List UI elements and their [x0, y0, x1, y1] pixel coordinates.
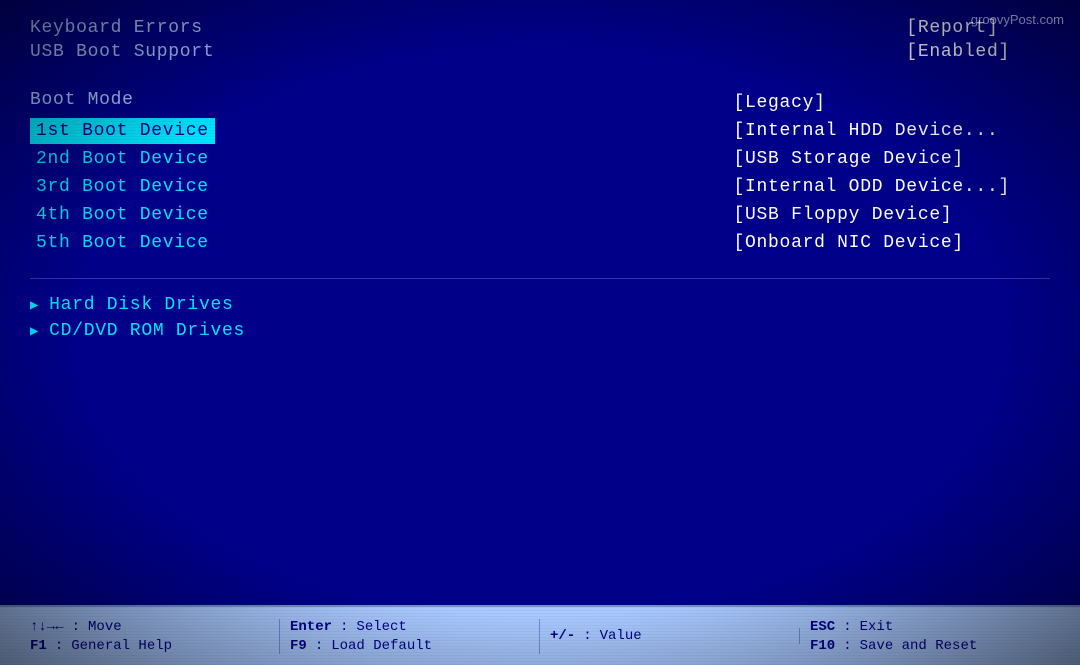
cd-dvd-drives-item[interactable]: ▶ CD/DVD ROM Drives	[30, 321, 1050, 341]
usb-boot-support-label[interactable]: USB Boot Support	[30, 42, 214, 62]
f9-colon: :	[315, 638, 323, 654]
hard-disk-drives-item[interactable]: ▶ Hard Disk Drives	[30, 295, 1050, 315]
enter-desc: Select	[356, 619, 406, 635]
status-cell-exit: ESC : Exit F10 : Save and Reset	[800, 619, 1060, 654]
boot-section: Boot Mode 1st Boot Device 2nd Boot Devic…	[30, 90, 1050, 256]
bios-screen: groovyPost.com Keyboard Errors USB Boot …	[0, 0, 1080, 665]
plusminus-colon: :	[583, 628, 591, 644]
enter-colon: :	[340, 619, 348, 635]
drives-section: ▶ Hard Disk Drives ▶ CD/DVD ROM Drives	[30, 295, 1050, 341]
boot-mode-label: Boot Mode	[30, 90, 215, 110]
status-enter-line: Enter : Select	[290, 619, 407, 635]
f9-desc: Load Default	[331, 638, 432, 654]
status-value-line: +/- : Value	[550, 628, 642, 644]
status-esc-line: ESC : Exit	[810, 619, 893, 635]
status-bar-inner: ↑↓→← : Move F1 : General Help Enter : Se…	[20, 619, 1060, 654]
boot-value-3rd: [Internal ODD Device...]	[733, 174, 1010, 200]
top-left-labels: Keyboard Errors USB Boot Support	[30, 18, 214, 62]
cd-dvd-arrow-icon: ▶	[30, 323, 39, 340]
boot-right: [Legacy] [Internal HDD Device... [USB St…	[733, 90, 1050, 256]
f1-desc: General Help	[71, 638, 172, 654]
hard-disk-drives-label: Hard Disk Drives	[49, 295, 233, 315]
esc-desc: Exit	[860, 619, 894, 635]
boot-device-2nd[interactable]: 2nd Boot Device	[30, 146, 215, 172]
status-cell-move: ↑↓→← : Move F1 : General Help	[20, 619, 280, 654]
boot-device-3rd[interactable]: 3rd Boot Device	[30, 174, 215, 200]
keyboard-errors-label[interactable]: Keyboard Errors	[30, 18, 214, 38]
boot-mode-value: [Legacy]	[733, 90, 1010, 116]
boot-device-5th[interactable]: 5th Boot Device	[30, 230, 215, 256]
esc-colon: :	[843, 619, 851, 635]
move-desc: Move	[88, 619, 122, 635]
esc-key: ESC	[810, 619, 835, 635]
boot-value-4th: [USB Floppy Device]	[733, 202, 1010, 228]
status-f10-line: F10 : Save and Reset	[810, 638, 977, 654]
status-cell-select: Enter : Select F9 : Load Default	[280, 619, 540, 654]
boot-value-2nd: [USB Storage Device]	[733, 146, 1010, 172]
f1-colon: :	[55, 638, 63, 654]
f9-key: F9	[290, 638, 307, 654]
status-cell-value: +/- : Value	[540, 628, 800, 644]
status-help-line: F1 : General Help	[30, 638, 172, 654]
boot-device-1st[interactable]: 1st Boot Device	[30, 118, 215, 144]
separator	[30, 278, 1050, 279]
status-move-line: ↑↓→← : Move	[30, 619, 122, 635]
cd-dvd-drives-label: CD/DVD ROM Drives	[49, 321, 245, 341]
f1-key: F1	[30, 638, 47, 654]
boot-value-1st: [Internal HDD Device...	[733, 118, 1010, 144]
plusminus-desc: Value	[600, 628, 642, 644]
boot-value-5th: [Onboard NIC Device]	[733, 230, 1010, 256]
enter-key: Enter	[290, 619, 332, 635]
f10-colon: :	[843, 638, 851, 654]
status-f9-line: F9 : Load Default	[290, 638, 432, 654]
f10-key: F10	[810, 638, 835, 654]
plusminus-key: +/-	[550, 628, 575, 644]
f10-desc: Save and Reset	[860, 638, 978, 654]
watermark: groovyPost.com	[971, 12, 1064, 27]
usb-boot-support-value: [Enabled]	[906, 42, 1010, 62]
boot-left: Boot Mode 1st Boot Device 2nd Boot Devic…	[30, 90, 215, 256]
top-items: Keyboard Errors USB Boot Support [Report…	[30, 18, 1050, 62]
main-content: Keyboard Errors USB Boot Support [Report…	[0, 0, 1080, 605]
move-key: ↑↓→←	[30, 619, 64, 635]
move-colon: :	[72, 619, 80, 635]
boot-device-4th[interactable]: 4th Boot Device	[30, 202, 215, 228]
hard-disk-arrow-icon: ▶	[30, 297, 39, 314]
status-bar: ↑↓→← : Move F1 : General Help Enter : Se…	[0, 605, 1080, 665]
